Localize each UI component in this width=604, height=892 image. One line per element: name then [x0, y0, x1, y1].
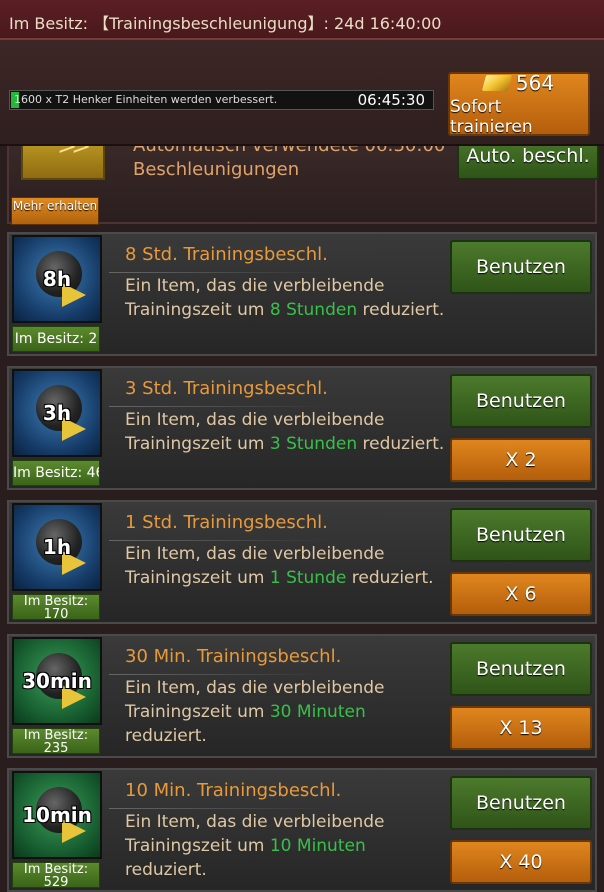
item-title: 30 Min. Trainingsbeschl. [125, 646, 342, 667]
title-divider [109, 540, 329, 541]
speedup-item-icon: 8h [12, 235, 102, 323]
owned-count-badge: Im Besitz: 529 [12, 862, 100, 888]
item-description: Ein Item, das die verbleibende Trainings… [125, 542, 445, 590]
owned-count-badge: Im Besitz: 235 [12, 728, 100, 754]
speedup-duration-label: 10min [22, 803, 92, 827]
item-description: Ein Item, das die verbleibende Trainings… [125, 274, 445, 322]
use-button[interactable]: Benutzen [450, 642, 592, 696]
instant-train-label: Sofort trainieren [450, 97, 533, 137]
get-more-button[interactable]: Mehr erhalten [11, 197, 99, 225]
desc-suffix: reduziert. [125, 860, 207, 880]
item-description: Ein Item, das die verbleibende Trainings… [125, 408, 445, 456]
instant-train-button[interactable]: 564 Sofort trainieren [448, 71, 590, 137]
title-divider [109, 406, 329, 407]
auto-speedup-section: >> Automatisch verwendete 06:30:00 Besch… [0, 146, 604, 228]
use-multiple-button[interactable]: X 13 [450, 706, 592, 750]
desc-highlight: 8 Stunden [269, 300, 358, 320]
speedup-duration-label: 8h [42, 267, 72, 291]
use-button[interactable]: Benutzen [450, 374, 592, 428]
arrows-icon: >> [57, 146, 91, 160]
owned-count-badge: Im Besitz: 46 [12, 460, 100, 486]
use-multiple-button[interactable]: X 40 [450, 840, 592, 884]
desc-suffix: reduziert. [125, 726, 207, 746]
owned-count-badge: Im Besitz: 2 [12, 326, 100, 352]
item-title: 1 Std. Trainingsbeschl. [125, 512, 328, 533]
auto-speedup-panel: >> Automatisch verwendete 06:30:00 Besch… [7, 146, 599, 225]
desc-highlight: 30 Minuten [269, 702, 366, 722]
speedup-item-card: 30min Im Besitz: 235 30 Min. Trainingsbes… [7, 634, 597, 758]
speedup-item-icon: 3h [12, 369, 102, 457]
progress-count: 1 [14, 93, 21, 106]
progress-text: 1600 x T2 Henker Einheiten werden verbes… [14, 93, 277, 106]
owned-count-badge: Im Besitz: 170 [12, 594, 100, 620]
desc-suffix: reduziert. [351, 568, 434, 588]
instant-train-cost: 564 [515, 71, 555, 95]
speedup-item-icon: 1h [12, 503, 102, 591]
title-divider [109, 272, 329, 273]
desc-highlight: 3 Stunden [269, 434, 358, 454]
speedup-item-icon: 10min [12, 771, 102, 859]
item-title: 10 Min. Trainingsbeschl. [125, 780, 342, 801]
speedup-item-card: 3h Im Besitz: 46 3 Std. Trainingsbeschl.… [7, 366, 597, 490]
auto-speedup-icon: >> [21, 146, 105, 180]
use-button[interactable]: Benutzen [450, 776, 592, 830]
desc-prefix: Ein Item, das die verbleibende Trainings… [125, 544, 385, 588]
title-divider [109, 674, 329, 675]
item-description: Ein Item, das die verbleibende Trainings… [125, 676, 445, 748]
training-progress-bar: 1600 x T2 Henker Einheiten werden verbes… [9, 90, 434, 110]
speedup-item-card: 10min Im Besitz: 529 10 Min. Trainingsbes… [7, 768, 597, 892]
speedup-duration-label: 30min [22, 669, 92, 693]
progress-description: 600 x T2 Henker Einheiten werden verbess… [21, 93, 278, 106]
owned-speedups-text: Im Besitz: 【Trainingsbeschleunigung】: 24… [9, 14, 442, 33]
training-header: 1600 x T2 Henker Einheiten werden verbes… [0, 40, 604, 146]
item-description: Ein Item, das die verbleibende Trainings… [125, 810, 445, 882]
use-button[interactable]: Benutzen [450, 508, 592, 562]
use-multiple-button[interactable]: X 2 [450, 438, 592, 482]
speedup-item-icon: 30min [12, 637, 102, 725]
item-title: 8 Std. Trainingsbeschl. [125, 244, 328, 265]
gold-icon [481, 75, 513, 91]
auto-speedup-text: Automatisch verwendete 06:30:00 Beschleu… [133, 146, 445, 180]
title-divider [109, 808, 329, 809]
speedup-duration-label: 3h [42, 401, 72, 425]
use-multiple-button[interactable]: X 6 [450, 572, 592, 616]
use-button[interactable]: Benutzen [450, 240, 592, 294]
desc-highlight: 10 Minuten [269, 836, 366, 856]
speedup-item-card: 1h Im Besitz: 170 1 Std. Trainingsbeschl.… [7, 500, 597, 624]
item-title: 3 Std. Trainingsbeschl. [125, 378, 328, 399]
auto-speedup-button[interactable]: Auto. beschl. [457, 146, 599, 180]
speedup-duration-label: 1h [42, 535, 72, 559]
desc-suffix: reduziert. [362, 300, 445, 320]
time-remaining: 06:45:30 [357, 91, 425, 109]
speedup-item-card: 8h Im Besitz: 2 8 Std. Trainingsbeschl. … [7, 232, 597, 356]
desc-highlight: 1 Stunde [269, 568, 347, 588]
desc-suffix: reduziert. [362, 434, 445, 454]
owned-speedups-bar: Im Besitz: 【Trainingsbeschleunigung】: 24… [0, 0, 604, 40]
